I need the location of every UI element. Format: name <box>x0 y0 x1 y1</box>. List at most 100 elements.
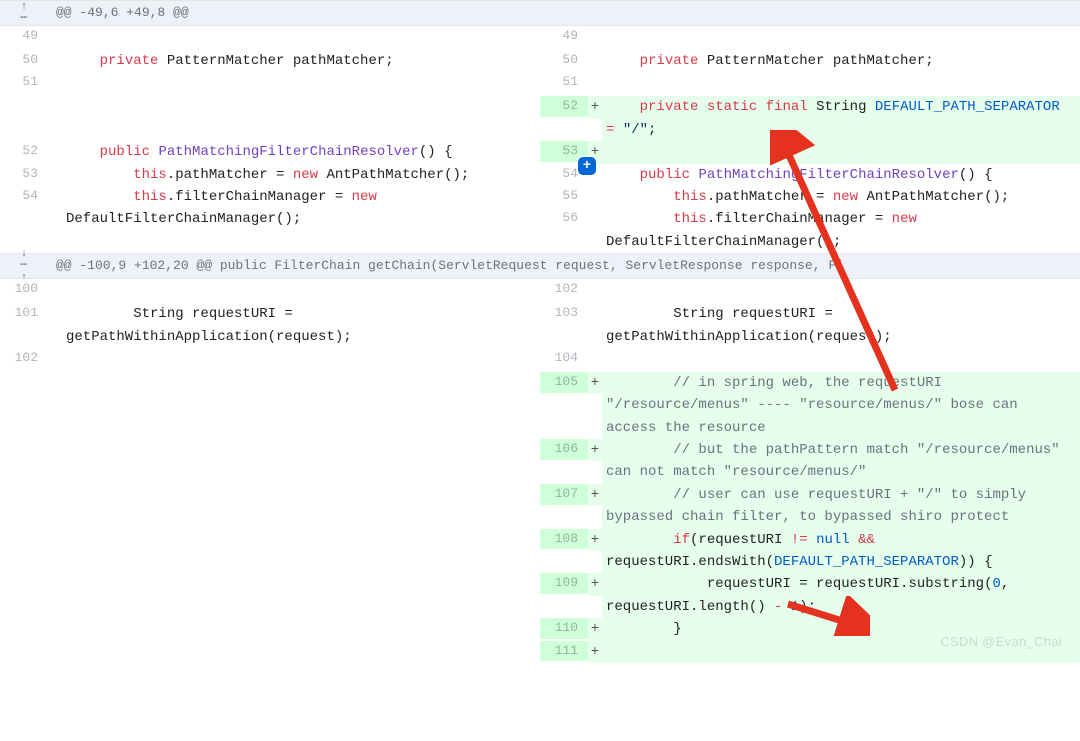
line-number[interactable]: 51 <box>540 72 588 93</box>
line-number[interactable]: 109 <box>540 573 588 594</box>
code-content <box>62 348 540 370</box>
code-content: if(requestURI != null && requestURI.ends… <box>602 529 1080 574</box>
diff-marker: + <box>588 618 602 640</box>
line-number[interactable]: 54 <box>0 186 48 207</box>
diff-right: 49 50 private PatternMatcher pathMatcher… <box>540 26 1080 253</box>
diff-marker: + <box>588 96 602 118</box>
unfold-up-icon: ↑┉ <box>0 2 48 25</box>
diff-line-added[interactable]: 108+ if(requestURI != null && requestURI… <box>540 529 1080 574</box>
diff-marker: + <box>588 529 602 551</box>
line-number[interactable]: 105 <box>540 372 588 393</box>
diff-line-added[interactable]: 109+ requestURI = requestURI.substring(0… <box>540 573 1080 618</box>
code-content: String requestURI = getPathWithinApplica… <box>602 303 1080 348</box>
line-number[interactable]: 56 <box>540 208 588 229</box>
diff-line[interactable]: 51 <box>540 72 1080 96</box>
line-number[interactable]: 52 <box>0 141 48 162</box>
diff-marker: + <box>588 372 602 394</box>
diff-marker: + <box>588 573 602 595</box>
code-content: this.filterChainManager = new DefaultFil… <box>62 186 540 231</box>
code-content <box>602 72 1080 94</box>
code-content: private static final String DEFAULT_PATH… <box>602 96 1080 141</box>
diff-line[interactable]: 54 public PathMatchingFilterChainResolve… <box>540 164 1080 186</box>
diff-line[interactable]: 104 <box>540 348 1080 372</box>
line-number[interactable]: 102 <box>540 279 588 300</box>
code-content: requestURI = requestURI.substring(0, req… <box>602 573 1080 618</box>
code-content <box>602 279 1080 301</box>
diff-line[interactable]: 52 public PathMatchingFilterChainResolve… <box>0 141 540 163</box>
code-content <box>602 26 1080 48</box>
code-content: private PatternMatcher pathMatcher; <box>62 50 540 72</box>
diff-line[interactable]: 103 String requestURI = getPathWithinApp… <box>540 303 1080 348</box>
diff-line[interactable]: 55 this.pathMatcher = new AntPathMatcher… <box>540 186 1080 208</box>
line-number[interactable]: 53 <box>0 164 48 185</box>
diff-line[interactable]: 102 <box>0 348 540 372</box>
code-content: // user can use requestURI + "/" to simp… <box>602 484 1080 529</box>
line-number[interactable]: 49 <box>540 26 588 47</box>
line-number[interactable]: 108 <box>540 529 588 550</box>
hunk-range: @@ -100,9 +102,20 @@ public FilterChain … <box>48 256 844 277</box>
code-content: public PathMatchingFilterChainResolver()… <box>602 164 1080 186</box>
diff-line[interactable]: 54 this.filterChainManager = new Default… <box>0 186 540 231</box>
code-content: // but the pathPattern match "/resource/… <box>602 439 1080 484</box>
code-content <box>62 26 540 48</box>
diff-line[interactable]: 102 <box>540 279 1080 303</box>
code-content: public PathMatchingFilterChainResolver()… <box>62 141 540 163</box>
diff-line[interactable]: 50 private PatternMatcher pathMatcher; <box>540 50 1080 72</box>
diff-line[interactable]: 100 <box>0 279 540 303</box>
diff-line[interactable]: 49 <box>0 26 540 50</box>
diff-marker: + <box>588 439 602 461</box>
hunk-header: ↑┉ @@ -49,6 +49,8 @@ <box>0 0 1080 26</box>
diff-line[interactable]: 56 this.filterChainManager = new Default… <box>540 208 1080 253</box>
code-content: this.filterChainManager = new DefaultFil… <box>602 208 1080 253</box>
code-content: this.pathMatcher = new AntPathMatcher(); <box>62 164 540 186</box>
code-content: // in spring web, the requestURI "/resou… <box>602 372 1080 439</box>
diff-line-added[interactable]: 111+ <box>540 641 1080 663</box>
code-content: String requestURI = getPathWithinApplica… <box>62 303 540 348</box>
code-content <box>602 141 1080 163</box>
diff-line[interactable]: 50 private PatternMatcher pathMatcher; <box>0 50 540 72</box>
hunk-header: ↓┉↑ @@ -100,9 +102,20 @@ public FilterCh… <box>0 253 1080 279</box>
line-number[interactable]: 103 <box>540 303 588 324</box>
hunk-range: @@ -49,6 +49,8 @@ <box>48 3 189 24</box>
line-number[interactable]: 107 <box>540 484 588 505</box>
line-number[interactable]: 102 <box>0 348 48 369</box>
line-number[interactable]: 106 <box>540 439 588 460</box>
diff-line[interactable]: 53 this.pathMatcher = new AntPathMatcher… <box>0 164 540 186</box>
add-comment-button[interactable]: + <box>578 157 596 175</box>
diff-block-1: 49 50 private PatternMatcher pathMatcher… <box>0 26 1080 253</box>
line-number[interactable]: 111 <box>540 641 588 662</box>
diff-marker: + <box>588 641 602 663</box>
diff-right: 102 103 String requestURI = getPathWithi… <box>540 279 1080 663</box>
line-number[interactable]: 110 <box>540 618 588 639</box>
diff-line-added[interactable]: 107+ // user can use requestURI + "/" to… <box>540 484 1080 529</box>
line-number[interactable]: 49 <box>0 26 48 47</box>
code-content <box>62 72 540 94</box>
diff-line-added[interactable]: 52+ private static final String DEFAULT_… <box>540 96 1080 141</box>
line-number[interactable]: 101 <box>0 303 48 324</box>
diff-left: 49 50 private PatternMatcher pathMatcher… <box>0 26 540 253</box>
diff-line-added[interactable]: 105+ // in spring web, the requestURI "/… <box>540 372 1080 439</box>
diff-block-2: 100 101 String requestURI = getPathWithi… <box>0 279 1080 663</box>
diff-line-added[interactable]: 106+ // but the pathPattern match "/reso… <box>540 439 1080 484</box>
code-content <box>602 641 1080 663</box>
diff-line-added[interactable]: 110+ } <box>540 618 1080 640</box>
diff-line-added[interactable]: 53+ <box>540 141 1080 163</box>
code-content: this.pathMatcher = new AntPathMatcher(); <box>602 186 1080 208</box>
code-content <box>62 279 540 301</box>
line-number[interactable]: 104 <box>540 348 588 369</box>
line-number[interactable]: 50 <box>540 50 588 71</box>
diff-line[interactable]: 49 <box>540 26 1080 50</box>
expand-hunk-button[interactable]: ↑┉ <box>0 2 48 25</box>
line-number[interactable]: 51 <box>0 72 48 93</box>
code-content: private PatternMatcher pathMatcher; <box>602 50 1080 72</box>
line-number[interactable]: 55 <box>540 186 588 207</box>
code-content: } <box>602 618 1080 640</box>
line-number[interactable]: 100 <box>0 279 48 300</box>
diff-marker: + <box>588 484 602 506</box>
diff-line[interactable]: 51 <box>0 72 540 96</box>
line-number[interactable]: 52 <box>540 96 588 117</box>
code-content <box>602 348 1080 370</box>
diff-left: 100 101 String requestURI = getPathWithi… <box>0 279 540 663</box>
diff-line[interactable]: 101 String requestURI = getPathWithinApp… <box>0 303 540 348</box>
line-number[interactable]: 50 <box>0 50 48 71</box>
